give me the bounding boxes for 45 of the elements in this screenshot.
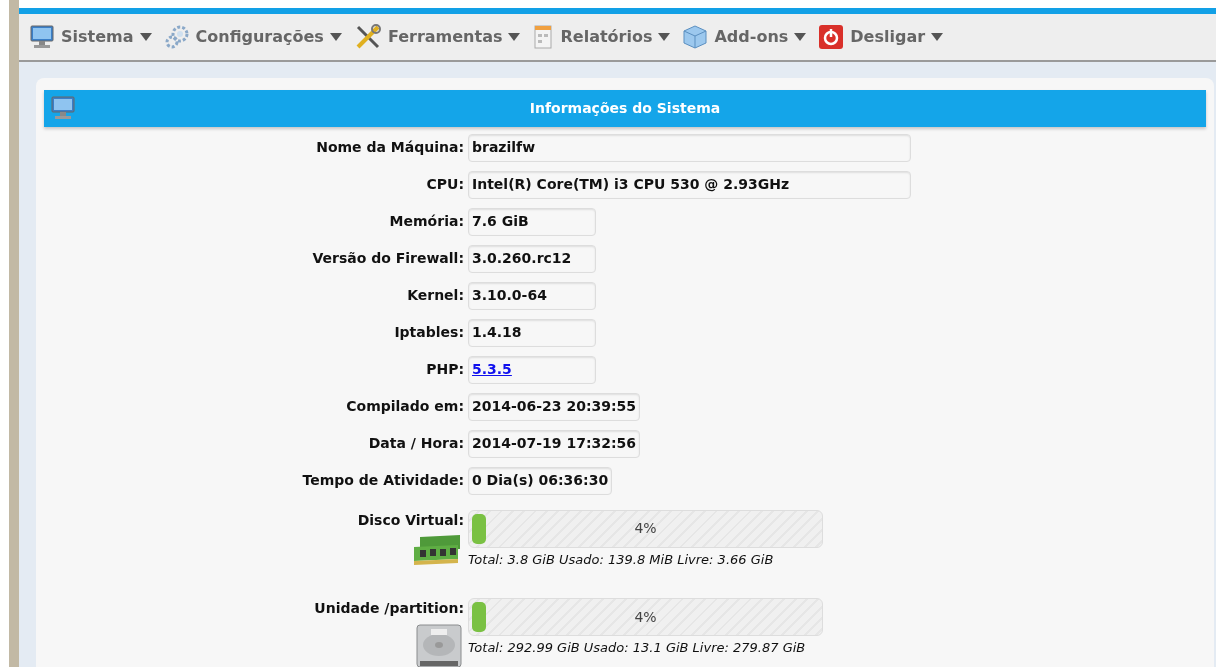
field-label: Tempo de Atividade: (301, 471, 464, 490)
panel-title: Informações do Sistema (529, 98, 721, 118)
field-label: Iptables: (393, 323, 464, 342)
caret-icon (794, 32, 807, 41)
monitor-icon (29, 23, 55, 50)
menu-item[interactable]: Desligar (818, 23, 944, 50)
value-field: 3.10.0-64 (468, 281, 596, 310)
progress-percent: 4% (633, 607, 658, 627)
field-label: Kernel: (406, 286, 464, 305)
value-field: 2014-07-19 17:32:56 (468, 429, 641, 458)
progress-percent: 4% (633, 519, 658, 538)
menu-item[interactable]: Relatórios (532, 23, 671, 50)
value-field: 3.0.260.rc12 (468, 244, 596, 273)
usage-text: Total: 3.8 GiB Usado: 139.8 MiB Livre: 3.66 GiB (468, 550, 775, 569)
monitor-icon (50, 95, 76, 121)
field-label: Versão do Firewall: (311, 249, 464, 268)
field-label: Data / Hora: (367, 434, 464, 453)
gears-icon (163, 23, 190, 50)
value-field: brazilfw (468, 133, 911, 162)
power-icon (818, 23, 845, 50)
value-field: 1.4.18 (468, 318, 596, 347)
value-field: 7.6 GiB (468, 207, 596, 236)
storage-label: Unidade /partition: (314, 599, 464, 618)
field-label: Memória: (388, 212, 464, 231)
caret-icon (658, 32, 671, 41)
value-field: 2014-06-23 20:39:55 (468, 392, 641, 421)
document-icon (532, 23, 555, 50)
menu-item[interactable]: Sistema (29, 23, 152, 50)
caret-icon (508, 32, 521, 41)
version-link[interactable]: 5.3.5 (472, 359, 512, 380)
field-label: Compilado em: (345, 397, 464, 416)
menu-item[interactable]: Ferramentas (353, 22, 521, 51)
menu-item[interactable]: Configurações (163, 23, 342, 50)
caret-icon (139, 32, 152, 41)
cube-icon (682, 23, 709, 50)
caret-icon (931, 32, 944, 41)
value-field: Intel(R) Core(TM) i3 CPU 530 @ 2.93GHz (468, 170, 911, 199)
caret-icon (329, 32, 342, 41)
menu-item[interactable]: Add-ons (682, 23, 807, 50)
storage-label: Disco Virtual: (357, 510, 464, 530)
value-field: 0 Dia(s) 06:36:30 (468, 466, 613, 495)
field-label: CPU: (425, 175, 464, 194)
usage-text: Total: 292.99 GiB Usado: 13.1 GiB Livre: 279.87 GiB (468, 639, 807, 657)
field-label: PHP: (425, 360, 464, 379)
field-label: Nome da Máquina: (315, 138, 464, 157)
